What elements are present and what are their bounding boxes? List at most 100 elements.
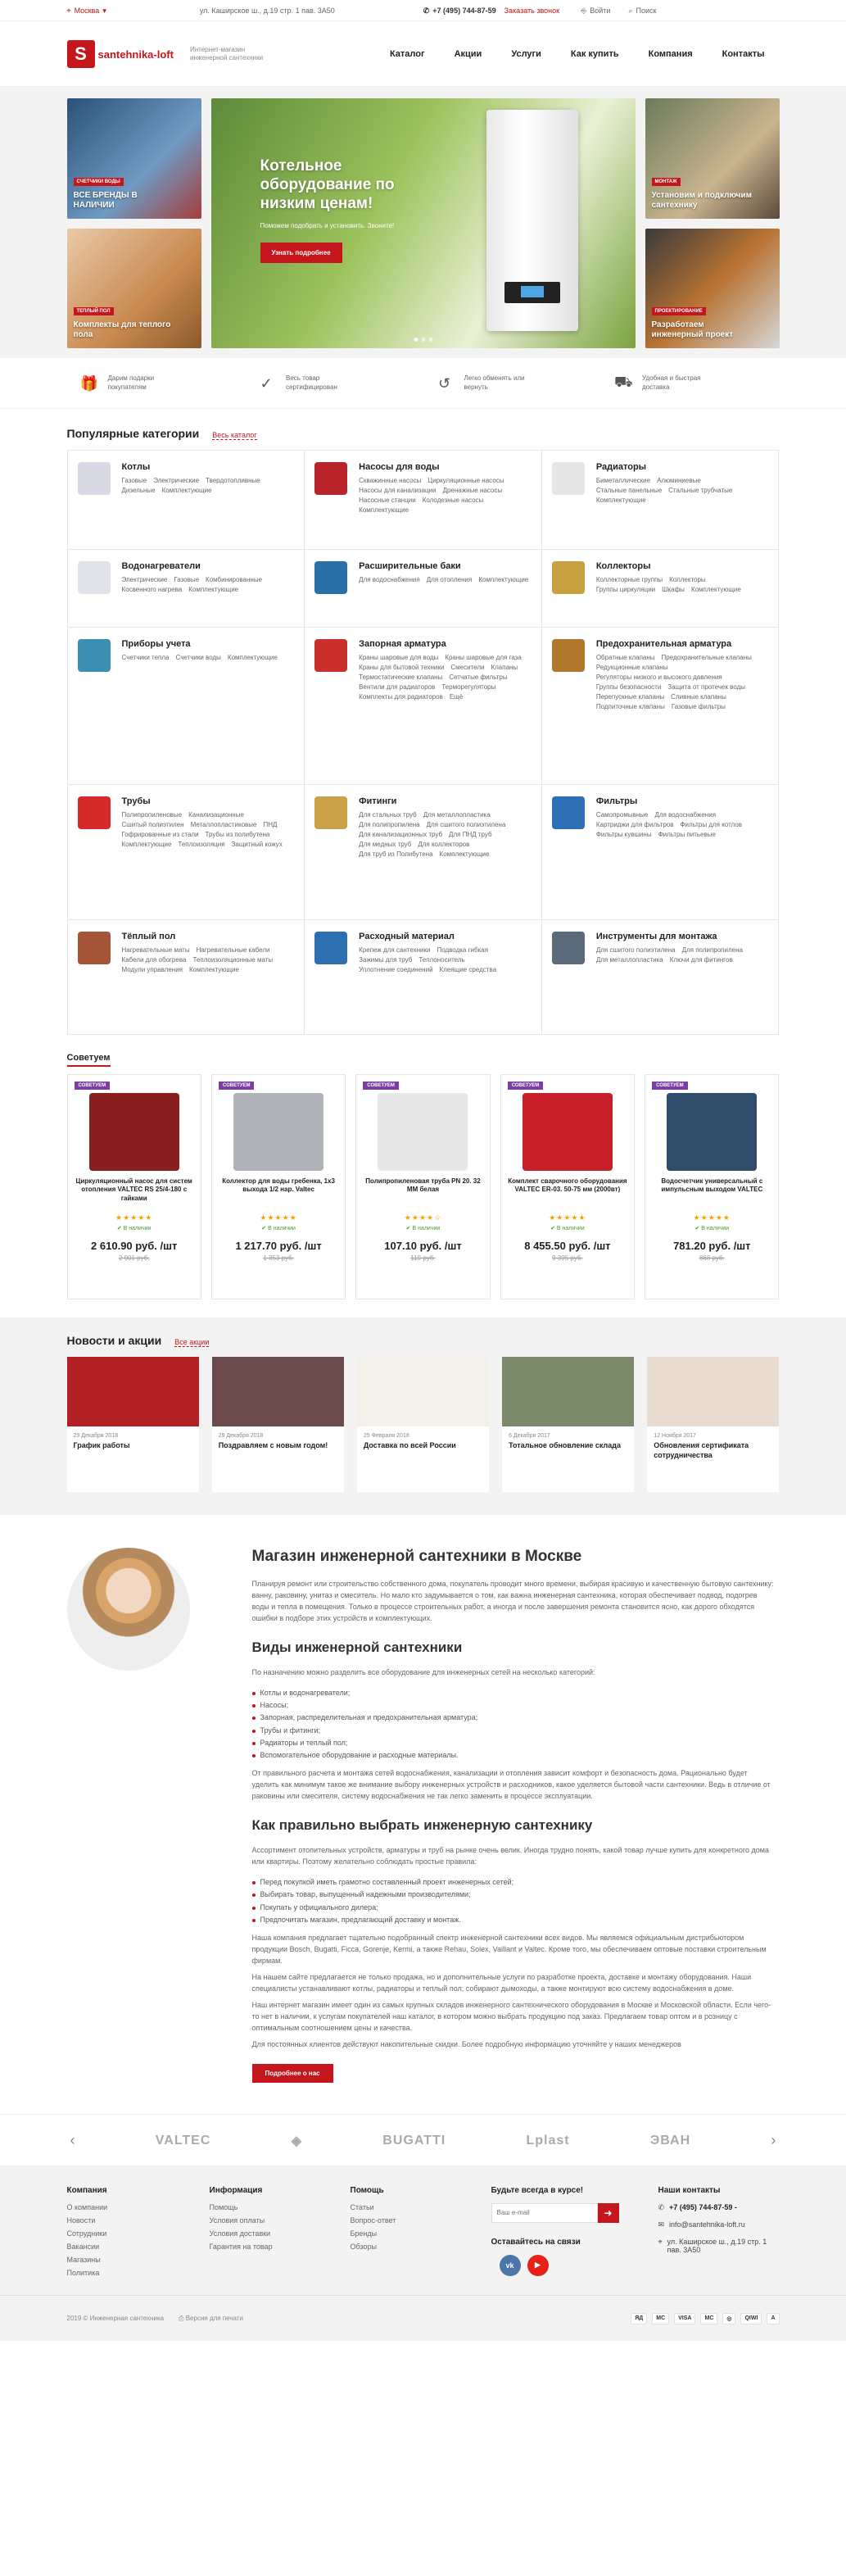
category-title[interactable]: Насосы для воды — [359, 462, 532, 472]
category-link[interactable]: Комплектующие — [596, 497, 646, 504]
category-link[interactable]: Дренажные насосы — [443, 487, 503, 494]
category-card[interactable]: Предохранительная арматура Обратные клапа… — [541, 628, 780, 785]
product-card[interactable]: СОВЕТУЕМ Комплект сварочного оборудования… — [500, 1074, 636, 1299]
category-link[interactable]: Сшитый полиэтилен — [122, 821, 184, 828]
brand-logo[interactable]: ЭВАН — [650, 2134, 690, 2148]
category-title[interactable]: Приборы учета — [122, 639, 278, 649]
footer-link[interactable]: Условия доставки — [210, 2229, 351, 2238]
category-link[interactable]: Для отопления — [427, 576, 473, 583]
category-link[interactable]: Комплектующие — [359, 506, 409, 514]
category-link[interactable]: Теплоизоляция — [178, 841, 224, 848]
category-card[interactable]: Инструменты для монтажа Для сшитого полиэ… — [541, 920, 780, 1035]
product-image[interactable] — [233, 1093, 324, 1171]
category-link[interactable]: Комбинированные — [206, 576, 262, 583]
footer-link[interactable]: Магазины — [67, 2256, 210, 2264]
category-link[interactable]: Для сшитого полиэтилена — [596, 946, 676, 954]
category-card[interactable]: Насосы для воды Скважинные насосы Циркуляц… — [305, 451, 542, 550]
category-title[interactable]: Водонагреватели — [122, 561, 295, 571]
category-link[interactable]: Твердотопливные — [206, 477, 260, 484]
category-card[interactable]: Расширительные баки Для водоснабжения Для … — [305, 550, 542, 628]
category-link[interactable]: Зажимы для труб — [359, 956, 412, 964]
nav-services[interactable]: Услуги — [496, 49, 556, 59]
hero-slider[interactable]: Котельное оборудование по низким ценам! … — [210, 98, 636, 348]
category-link[interactable]: Крепеж для сантехники — [359, 946, 430, 954]
category-link[interactable]: Для водоснабжения — [654, 811, 716, 819]
footer-link[interactable]: Бренды — [351, 2229, 491, 2238]
footer-link[interactable]: Условия оплаты — [210, 2216, 351, 2225]
product-card[interactable]: СОВЕТУЕМ Коллектор для воды гребенка, 1x3… — [210, 1074, 346, 1299]
category-link[interactable]: Защитный кожух — [232, 841, 283, 848]
category-link[interactable]: Подпиточные клапаны — [596, 703, 665, 710]
category-link[interactable]: Комплектующие — [691, 586, 741, 593]
category-card[interactable]: Трубы Полипропиленовые Канализационные Сшит… — [67, 785, 305, 920]
news-image[interactable] — [502, 1357, 635, 1426]
news-image[interactable] — [66, 1357, 199, 1426]
category-title[interactable]: Радиаторы — [596, 462, 769, 472]
category-link[interactable]: Для канализационных труб — [359, 831, 442, 838]
category-card[interactable]: Тёплый пол Нагревательные маты Нагреватель… — [67, 920, 305, 1035]
footer-link[interactable]: Помощь — [210, 2203, 351, 2211]
slider-dot[interactable] — [428, 338, 432, 342]
promo-tile-installation[interactable]: МОНТАЖ Установим и подключим сантехнику — [645, 98, 780, 219]
product-card[interactable]: СОВЕТУЕМ Полипропиленовая труба PN 20. 32… — [355, 1074, 491, 1299]
category-link[interactable]: Коллекторы — [669, 576, 706, 583]
vk-icon[interactable]: vk — [499, 2254, 521, 2276]
login-link[interactable]: ⎆ Войти — [581, 7, 610, 16]
category-link[interactable]: Для полипропилена — [359, 821, 419, 828]
brand-logo[interactable]: ◈ — [292, 2133, 302, 2149]
category-link[interactable]: Алюминиевые — [657, 477, 701, 484]
category-link[interactable]: ПНД — [264, 821, 278, 828]
category-link[interactable]: Циркуляционные насосы — [428, 477, 504, 484]
news-title[interactable]: График работы — [74, 1441, 192, 1451]
category-link[interactable]: Самопромывные — [596, 811, 649, 819]
product-name[interactable]: Полипропиленовая труба PN 20. 32 ММ бела… — [363, 1177, 482, 1213]
footer-link[interactable]: Гарантия на товар — [210, 2243, 351, 2251]
category-link[interactable]: Счетчики тепла — [122, 654, 170, 661]
category-title[interactable]: Инструменты для монтажа — [596, 932, 769, 941]
category-link[interactable]: Картриджи для фильтров — [596, 821, 674, 828]
category-link[interactable]: Газовые — [122, 477, 147, 484]
category-link[interactable]: Для медных труб — [359, 841, 411, 848]
category-card[interactable]: Приборы учета Счетчики тепла Счетчики воды… — [67, 628, 305, 785]
promo-tile-design[interactable]: ПРОЕКТИРОВАНИЕ Разработаем инженерный пр… — [645, 228, 780, 348]
category-card[interactable]: Котлы Газовые Электрические Твердотопливные… — [67, 451, 305, 550]
category-link[interactable]: Биметаллические — [596, 477, 650, 484]
category-link[interactable]: Для коллекторов — [418, 841, 469, 848]
footer-email[interactable]: info@santehnika-loft.ru — [669, 2220, 745, 2229]
category-link[interactable]: Смесители — [450, 664, 484, 671]
nav-contacts[interactable]: Контакты — [708, 49, 780, 59]
recommended-tab[interactable]: Советуем — [66, 1053, 111, 1067]
category-link[interactable]: Скважинные насосы — [359, 477, 421, 484]
category-link[interactable]: Для сшитого полиэтилена — [427, 821, 506, 828]
product-name[interactable]: Циркуляционный насос для систем отоплени… — [75, 1177, 194, 1213]
category-link[interactable]: Насосные станции — [359, 497, 416, 504]
category-link[interactable]: Для ПНД труб — [449, 831, 492, 838]
brand-logo[interactable]: BUGATTI — [382, 2134, 446, 2148]
category-link[interactable]: Металлопластиковые — [191, 821, 257, 828]
footer-link[interactable]: Сотрудники — [67, 2229, 210, 2238]
category-link[interactable]: Комплектующие — [228, 654, 278, 661]
category-link[interactable]: Подводка гибкая — [437, 946, 488, 954]
product-name[interactable]: Коллектор для воды гребенка, 1x3 выхода … — [219, 1177, 338, 1213]
news-card[interactable]: 29 Декабря 2018 Поздравляем с новым годом… — [211, 1357, 344, 1492]
chevron-right-icon[interactable]: › — [771, 2132, 776, 2149]
product-image[interactable] — [378, 1093, 468, 1171]
product-image[interactable] — [667, 1093, 758, 1171]
category-link[interactable]: Предохранительные клапаны — [662, 654, 752, 661]
top-phone[interactable]: ✆ +7 (495) 744-87-59 — [423, 7, 496, 16]
category-link[interactable]: Комплектующие — [478, 576, 528, 583]
category-link[interactable]: Электрические — [122, 576, 168, 583]
footer-link[interactable]: Обзоры — [351, 2243, 491, 2251]
footer-link[interactable]: Вакансии — [67, 2243, 210, 2251]
category-title[interactable]: Трубы — [122, 796, 295, 806]
category-card[interactable]: Фильтры Самопромывные Для водоснабжения Кар… — [541, 785, 780, 920]
footer-link[interactable]: Политика — [67, 2269, 210, 2277]
category-link[interactable]: Дизельные — [122, 487, 156, 494]
category-link[interactable]: Стальные трубчатые — [668, 487, 732, 494]
category-title[interactable]: Котлы — [122, 462, 295, 472]
category-link[interactable]: Фильтры кувшины — [596, 831, 652, 838]
category-link[interactable]: Термостатические клапаны — [359, 673, 442, 681]
nav-promo[interactable]: Акции — [440, 49, 497, 59]
brand-logo[interactable]: VALTEC — [156, 2134, 211, 2148]
footer-phone[interactable]: +7 (495) 744-87-59 - — [669, 2203, 737, 2211]
